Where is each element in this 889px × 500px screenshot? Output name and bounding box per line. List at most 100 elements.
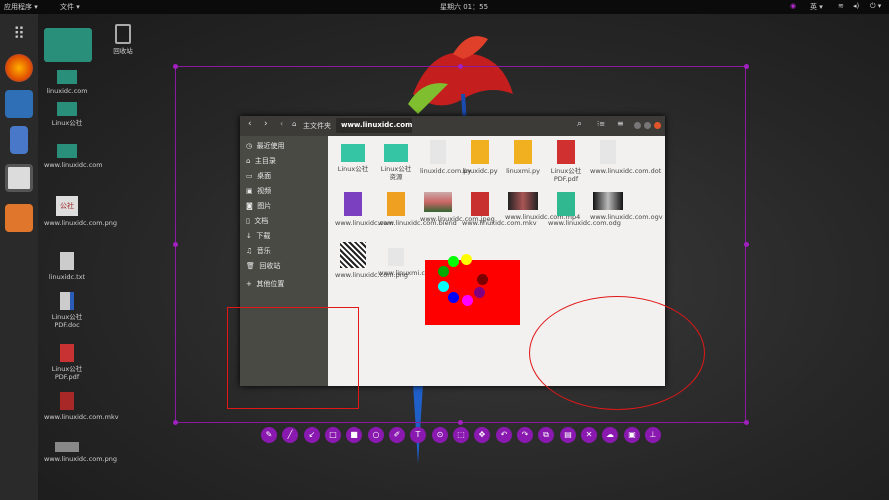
path-home[interactable]: 主文件夹 [303, 121, 331, 131]
undo-icon[interactable]: ↶ [496, 427, 512, 443]
minimize-icon[interactable] [634, 122, 641, 129]
view-options-icon[interactable]: ⁝≡ [597, 120, 605, 128]
software-center-icon[interactable] [5, 204, 33, 232]
file-item[interactable]: www.linuxidc.com.blend [378, 192, 457, 227]
color-swatch[interactable] [448, 256, 459, 267]
sidebar-item-music[interactable]: ♫ 音乐 [246, 246, 271, 256]
color-swatch[interactable] [477, 274, 488, 285]
circle-icon[interactable]: ○ [368, 427, 384, 443]
file-item[interactable]: Linux公社PDF.pdf [548, 140, 584, 183]
volume-icon[interactable]: ◂) [853, 2, 859, 10]
show-apps-icon[interactable]: ⠿ [5, 20, 33, 48]
sidebar-item-desktop[interactable]: ▭ 桌面 [246, 171, 271, 181]
sidebar-item-recent[interactable]: ◷ 最近使用 [246, 141, 285, 151]
select-icon[interactable]: ⬚ [453, 427, 469, 443]
copy-icon[interactable]: ⧉ [538, 427, 554, 443]
terminal-icon[interactable] [5, 164, 33, 192]
desktop-file-pdf[interactable]: Linux公社PDF.pdf [44, 344, 90, 381]
power-icon[interactable]: ⏻ ▾ [870, 2, 881, 11]
annotation-rectangle[interactable] [227, 307, 359, 409]
screenshot-indicator-icon[interactable]: ◉ [790, 2, 796, 10]
save-icon[interactable]: ▤ [560, 427, 576, 443]
line-icon[interactable]: ╱ [282, 427, 298, 443]
marker-icon[interactable]: ✐ [389, 427, 405, 443]
rectangle-icon[interactable]: □ [325, 427, 341, 443]
color-swatch[interactable] [474, 287, 485, 298]
desktop-trash[interactable]: 回收站 [100, 24, 146, 55]
file-item[interactable]: www.linuxidc.com [335, 192, 394, 227]
firefox-icon[interactable] [5, 54, 33, 82]
maximize-icon[interactable] [644, 122, 651, 129]
desktop-file-png-2[interactable]: www.linuxidc.com.png [44, 442, 117, 463]
desktop-file-doc[interactable]: Linux公社PDF.doc [44, 292, 90, 329]
color-swatch[interactable] [461, 254, 472, 265]
redo-icon[interactable]: ↷ [517, 427, 533, 443]
sidebar-item-downloads[interactable]: ↓ 下载 [246, 231, 270, 241]
selection-handle[interactable] [458, 64, 463, 69]
clock[interactable]: 星期六 01：55 [440, 2, 488, 12]
desktop-folder-linux[interactable]: Linux公社 [44, 102, 90, 127]
file-item[interactable]: www.linuxmi.com.txt [378, 248, 446, 277]
file-item[interactable]: Linux公社资源 [378, 140, 414, 181]
path-current[interactable]: www.linuxidc.com [341, 121, 412, 129]
arrow-icon[interactable]: ↙ [304, 427, 320, 443]
desktop-file-txt[interactable]: linuxidc.txt [44, 252, 90, 281]
selection-handle[interactable] [744, 420, 749, 425]
filled-rectangle-icon[interactable]: ■ [346, 427, 362, 443]
wifi-icon[interactable]: ≋ [838, 2, 844, 10]
color-swatch[interactable] [462, 295, 473, 306]
sidebar-item-home[interactable]: ⌂ 主目录 [246, 156, 276, 166]
selection-handle[interactable] [173, 242, 178, 247]
move-icon[interactable]: ✥ [474, 427, 490, 443]
selection-handle[interactable] [744, 242, 749, 247]
annotation-ellipse[interactable] [529, 296, 705, 410]
sidebar-item-trash[interactable]: 🗑 回收站 [246, 261, 280, 271]
language-indicator[interactable]: 英 ▾ [810, 2, 823, 12]
close-icon[interactable]: ✕ [581, 427, 597, 443]
back-icon[interactable]: ‹ [248, 119, 252, 129]
color-swatch[interactable] [438, 281, 449, 292]
sidebar-item-other-locations[interactable]: + 其他位置 [246, 279, 284, 289]
upload-icon[interactable]: ☁ [602, 427, 618, 443]
desktop-folder-linuxidc[interactable]: linuxidc.com [44, 70, 90, 95]
desktop-file-png[interactable]: 公社 www.linuxidc.com.png [44, 196, 117, 227]
selection-handle[interactable] [173, 420, 178, 425]
selection-handle[interactable] [744, 64, 749, 69]
search-icon[interactable]: ⌕ [577, 119, 582, 129]
file-item[interactable]: linuxmi.py [505, 140, 541, 175]
places-menu[interactable]: 文件 ▾ [60, 2, 80, 12]
path-right-icon[interactable]: › [408, 120, 411, 128]
color-swatch[interactable] [473, 262, 484, 273]
text-icon[interactable]: T [410, 427, 426, 443]
file-item[interactable]: linuxidc.py [462, 140, 498, 175]
desktop-folder[interactable] [44, 28, 92, 65]
sidebar-item-videos[interactable]: ▣ 视频 [246, 186, 271, 196]
desktop-folder-www[interactable]: www.linuxidc.com [44, 144, 103, 169]
file-item[interactable]: www.linuxidc.com.mp4 [505, 192, 580, 221]
pen-icon[interactable]: ✎ [261, 427, 277, 443]
file-item[interactable]: www.linuxidc.com.dot [590, 140, 661, 175]
selection-handle[interactable] [173, 64, 178, 69]
path-left-icon[interactable]: ‹ [280, 119, 283, 128]
forward-icon[interactable]: › [264, 119, 268, 129]
file-item[interactable]: www.linuxidc.com.odg [548, 192, 621, 227]
color-swatch[interactable] [448, 292, 459, 303]
file-item[interactable]: linuxidc.com.py [420, 140, 471, 175]
color-swatch[interactable] [438, 266, 449, 277]
menu-icon[interactable]: ≡ [617, 119, 624, 128]
desktop-file-mkv[interactable]: www.linuxidc.com.mkv [44, 392, 119, 421]
applications-menu[interactable]: 应用程序 ▾ [4, 2, 38, 12]
text-editor-icon[interactable] [10, 126, 28, 154]
selection-handle[interactable] [458, 420, 463, 425]
file-item[interactable]: www.linuxidc.com.mkv [462, 192, 537, 227]
file-item[interactable]: www.linuxidc.com.ogv [590, 192, 663, 221]
screenshot-app-icon[interactable] [5, 90, 33, 118]
file-item[interactable]: www.linuxidc.com.jpeg [420, 192, 495, 223]
file-item[interactable]: Linux公社 [335, 140, 371, 173]
blur-icon[interactable]: ⊙ [432, 427, 448, 443]
open-app-icon[interactable]: ▣ [624, 427, 640, 443]
file-item[interactable]: www.linuxidc.com.png [335, 242, 408, 279]
close-icon[interactable] [654, 122, 661, 129]
sidebar-item-pictures[interactable]: ◙ 图片 [246, 201, 271, 211]
pin-icon[interactable]: ⊥ [645, 427, 661, 443]
